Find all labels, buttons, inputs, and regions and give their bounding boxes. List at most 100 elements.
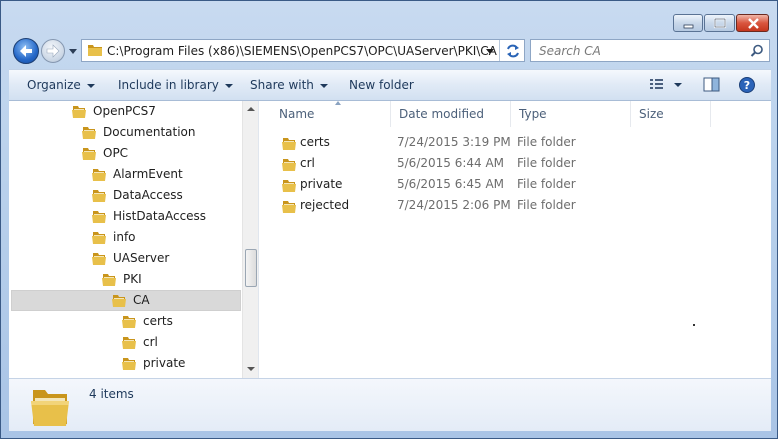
minimize-button[interactable]: [673, 14, 703, 32]
column-header-size[interactable]: Size: [631, 101, 711, 127]
folder-icon: [282, 138, 296, 150]
file-name: crl: [300, 156, 315, 170]
organize-label: Organize: [27, 78, 81, 92]
tree-item-label: CA: [133, 293, 150, 307]
file-name: rejected: [300, 198, 350, 212]
details-view-icon: [650, 79, 663, 89]
sort-ascending-icon: [335, 101, 341, 105]
folder-icon: [92, 253, 106, 265]
file-list-pane: Name Date modified Type Size certs 7/24/2…: [261, 101, 771, 378]
tree-item-label: PKI: [123, 272, 142, 286]
refresh-icon: [507, 44, 519, 58]
share-with-label: Share with: [250, 78, 314, 92]
help-button[interactable]: ?: [738, 77, 756, 95]
arrow-left-icon: [20, 45, 32, 57]
folder-icon: [282, 180, 296, 192]
file-type: File folder: [517, 177, 576, 191]
folder-icon: [92, 169, 106, 181]
maximize-icon: [713, 17, 727, 29]
tree-item-label: AlarmEvent: [113, 167, 183, 181]
forward-button[interactable]: [41, 39, 65, 63]
file-date: 5/6/2015 6:44 AM: [397, 156, 505, 170]
folder-icon: [112, 295, 126, 307]
folder-icon: [122, 337, 136, 349]
folder-icon: [122, 358, 136, 370]
search-box[interactable]: [530, 39, 770, 62]
chevron-down-icon: [86, 83, 95, 88]
search-input[interactable]: [537, 43, 741, 59]
mouse-pointer-dot: [693, 324, 695, 326]
file-type: File folder: [517, 198, 576, 212]
item-count: 4 items: [89, 387, 134, 401]
scroll-up-icon[interactable]: [247, 107, 255, 111]
tree-item-label: private: [143, 356, 186, 370]
chevron-down-icon[interactable]: [485, 48, 495, 56]
minimize-icon: [683, 24, 694, 29]
preview-pane-button[interactable]: [703, 77, 721, 93]
folder-icon: [282, 201, 296, 213]
navigation-scrollbar[interactable]: [242, 101, 258, 378]
folder-large-icon: [31, 390, 69, 426]
tree-item-label: certs: [143, 314, 173, 328]
tree-item-label: OpenPCS7: [93, 104, 156, 118]
tree-item-label: info: [113, 230, 136, 244]
close-icon: [748, 18, 759, 29]
file-name: certs: [300, 135, 330, 149]
share-with-button[interactable]: Share with: [250, 78, 328, 92]
tree-item-label: HistDataAccess: [113, 209, 207, 223]
include-in-library-label: Include in library: [118, 78, 219, 92]
tree-item-label: DataAccess: [113, 188, 183, 202]
scroll-down-icon[interactable]: [247, 367, 255, 371]
folder-icon: [122, 316, 136, 328]
column-name-label: Name: [279, 107, 315, 121]
new-folder-button[interactable]: New folder: [349, 78, 414, 92]
file-type: File folder: [517, 135, 576, 149]
folder-icon: [92, 211, 106, 223]
organize-button[interactable]: Organize: [27, 78, 95, 92]
file-date: 7/24/2015 3:19 PM: [397, 135, 511, 149]
tree-item-label: crl: [143, 335, 158, 349]
navigation-pane: OpenPCS7 Documentation OPC AlarmEvent DataAc…: [9, 101, 259, 378]
back-button[interactable]: [13, 38, 39, 64]
close-button[interactable]: [736, 14, 769, 32]
folder-icon: [102, 274, 116, 286]
folder-icon: [82, 127, 96, 139]
tree-item-label: OPC: [103, 146, 129, 160]
command-bar: Organize Include in library Share with N…: [9, 69, 771, 101]
view-options-button[interactable]: [649, 77, 687, 93]
folder-icon: [92, 190, 106, 202]
tree-item-label: Documentation: [103, 125, 196, 139]
file-name: private: [300, 177, 343, 191]
tree-item-label: UAServer: [113, 251, 170, 265]
folder-icon: [72, 106, 86, 118]
content-area: OpenPCS7 Documentation OPC AlarmEvent DataAc…: [9, 101, 771, 378]
column-header-name[interactable]: Name: [271, 101, 391, 127]
file-date: 7/24/2015 2:06 PM: [397, 198, 511, 212]
folder-icon: [282, 159, 296, 171]
recent-pages-dropdown[interactable]: [67, 45, 79, 57]
scroll-thumb[interactable]: [245, 249, 257, 287]
file-type: File folder: [517, 156, 576, 170]
preview-pane-icon: [703, 77, 720, 92]
address-bar[interactable]: C:\Program Files (x86)\SIEMENS\OpenPCS7\…: [81, 39, 525, 62]
column-header-date-modified[interactable]: Date modified: [391, 101, 511, 127]
file-date: 5/6/2015 6:45 AM: [397, 177, 505, 191]
arrow-right-icon: [46, 44, 60, 58]
refresh-button[interactable]: [499, 40, 526, 61]
address-path: C:\Program Files (x86)\SIEMENS\OpenPCS7\…: [107, 44, 497, 58]
folder-icon: [92, 232, 106, 244]
explorer-window: C:\Program Files (x86)\SIEMENS\OpenPCS7\…: [0, 0, 778, 439]
chevron-down-icon: [224, 83, 233, 88]
search-icon[interactable]: [750, 44, 764, 58]
column-header-type[interactable]: Type: [511, 101, 631, 127]
svg-text:?: ?: [744, 79, 750, 92]
include-in-library-button[interactable]: Include in library: [118, 78, 233, 92]
chevron-down-icon: [319, 83, 328, 88]
details-pane: 4 items: [9, 378, 771, 431]
folder-icon: [88, 45, 102, 56]
folder-icon: [82, 148, 96, 160]
chevron-down-icon: [69, 49, 77, 54]
help-icon: ?: [739, 77, 755, 93]
maximize-button[interactable]: [704, 14, 735, 32]
chevron-down-icon: [674, 83, 682, 87]
